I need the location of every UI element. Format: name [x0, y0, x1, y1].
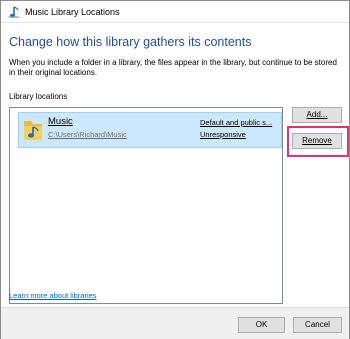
description-text: When you include a folder in a library, …: [9, 58, 337, 77]
cancel-button[interactable]: Cancel: [293, 317, 342, 333]
dialog-window: Music Library Locations Change how this …: [0, 0, 350, 339]
location-name: Music: [48, 116, 73, 127]
remove-button[interactable]: Remove: [292, 133, 342, 149]
ok-button[interactable]: OK: [238, 317, 285, 333]
add-button[interactable]: Add...: [292, 107, 342, 123]
location-status-unresponsive: Unresponsive: [200, 130, 246, 139]
library-locations-label: Library locations: [9, 92, 68, 101]
add-button-label: Add...: [306, 110, 328, 119]
music-library-icon: [8, 6, 20, 18]
window-title: Music Library Locations: [25, 7, 120, 17]
list-item[interactable]: Music C:\Users\Richard\Music Default and…: [18, 112, 282, 148]
title-bar: Music Library Locations: [1, 1, 349, 23]
learn-more-link[interactable]: Learn more about libraries: [9, 291, 97, 300]
location-status-default: Default and public s...: [200, 118, 273, 127]
location-path: C:\Users\Richard\Music: [48, 130, 127, 139]
music-folder-icon: [24, 121, 42, 140]
remove-button-label: Remove: [302, 136, 332, 145]
library-locations-list[interactable]: Music C:\Users\Richard\Music Default and…: [9, 107, 283, 304]
page-title: Change how this library gathers its cont…: [9, 35, 252, 49]
dialog-footer: OK Cancel: [1, 307, 349, 339]
dialog-content: Change how this library gathers its cont…: [1, 24, 349, 307]
